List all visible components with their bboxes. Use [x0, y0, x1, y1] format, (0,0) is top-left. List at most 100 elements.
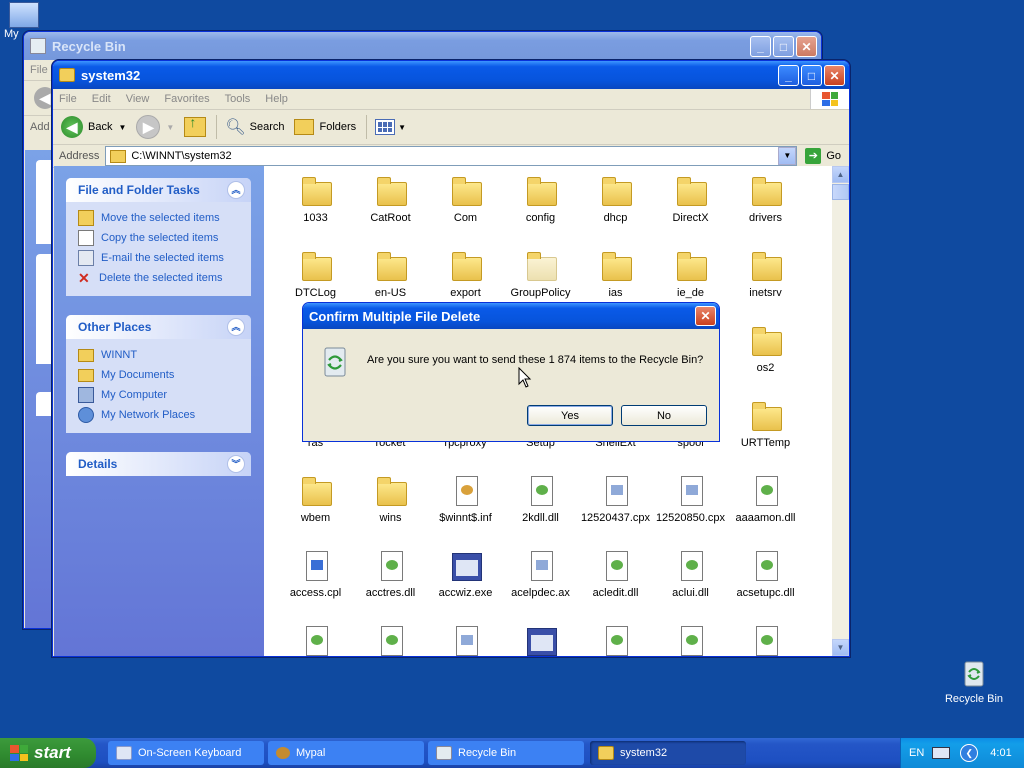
- file-item[interactable]: wbem: [278, 468, 353, 543]
- search-button[interactable]: 🔍︎ Search: [225, 117, 284, 137]
- file-item[interactable]: 1033: [278, 168, 353, 243]
- panel-header[interactable]: File and Folder Tasks ︽: [66, 178, 251, 202]
- show-hidden-icons-button[interactable]: ❮: [960, 744, 979, 762]
- file-item[interactable]: Com: [428, 168, 503, 243]
- file-item[interactable]: DirectX: [653, 168, 728, 243]
- file-item[interactable]: CatRoot: [353, 168, 428, 243]
- vertical-scrollbar[interactable]: ▲ ▼: [832, 166, 849, 656]
- collapse-icon[interactable]: ︽: [227, 181, 245, 199]
- file-item[interactable]: [278, 618, 353, 656]
- taskbar-recycle-bin[interactable]: Recycle Bin: [428, 741, 584, 765]
- recycle-bin-titlebar[interactable]: Recycle Bin _ □ ✕: [24, 32, 821, 60]
- taskbar-system32[interactable]: system32: [590, 741, 746, 765]
- file-item[interactable]: $winnt$.inf: [428, 468, 503, 543]
- scroll-thumb[interactable]: [832, 184, 849, 200]
- file-item[interactable]: 12520850.cpx: [653, 468, 728, 543]
- up-folder-button[interactable]: ↑: [184, 114, 207, 137]
- file-item[interactable]: aclui.dll: [653, 543, 728, 618]
- place-my-network-places[interactable]: My Network Places: [78, 405, 239, 425]
- file-item[interactable]: [503, 618, 578, 656]
- dialog-close-button[interactable]: ✕: [695, 306, 716, 326]
- place-my-computer[interactable]: My Computer: [78, 385, 239, 405]
- menu-favorites[interactable]: Favorites: [164, 93, 209, 105]
- maximize-button[interactable]: □: [801, 65, 822, 86]
- menu-view[interactable]: View: [126, 93, 150, 105]
- file-item[interactable]: access.cpl: [278, 543, 353, 618]
- file-item[interactable]: acsetupc.dll: [728, 543, 803, 618]
- file-item[interactable]: aaaamon.dll: [728, 468, 803, 543]
- yes-button[interactable]: Yes: [527, 405, 613, 426]
- dialog-title: Confirm Multiple File Delete: [309, 308, 481, 324]
- file-folder-tasks-panel: File and Folder Tasks ︽ Move the selecte…: [66, 178, 251, 296]
- panel-header[interactable]: Details ︾: [66, 452, 251, 476]
- task-label: On-Screen Keyboard: [138, 747, 242, 759]
- file-item[interactable]: [653, 618, 728, 656]
- menu-file[interactable]: File: [30, 64, 48, 76]
- file-item[interactable]: accwiz.exe: [428, 543, 503, 618]
- menu-help[interactable]: Help: [265, 93, 288, 105]
- file-name: DTCLog: [295, 287, 336, 299]
- address-input[interactable]: C:\WINNT\system32 ▼: [105, 146, 798, 166]
- file-item[interactable]: URTTemp: [728, 393, 803, 468]
- start-button[interactable]: start: [0, 738, 96, 768]
- taskbar-mypal[interactable]: Mypal: [268, 741, 424, 765]
- close-button[interactable]: ✕: [824, 65, 845, 86]
- keyboard-tray-icon[interactable]: [932, 747, 951, 759]
- file-item[interactable]: os2: [728, 318, 803, 393]
- file-item[interactable]: drivers: [728, 168, 803, 243]
- taskbar-on-screen-keyboard[interactable]: On-Screen Keyboard: [108, 741, 264, 765]
- desktop-icon-recycle-bin[interactable]: Recycle Bin: [940, 656, 1008, 705]
- control-panel-icon: [300, 551, 332, 583]
- folders-button[interactable]: Folders: [294, 119, 356, 135]
- file-item[interactable]: inetsrv: [728, 243, 803, 318]
- task-email[interactable]: E-mail the selected items: [78, 248, 239, 268]
- panel-header[interactable]: Other Places ︽: [66, 315, 251, 339]
- file-item[interactable]: 2kdll.dll: [503, 468, 578, 543]
- system32-titlebar[interactable]: system32 _ □ ✕: [53, 61, 849, 89]
- folder-icon: [600, 176, 632, 208]
- scroll-up-button[interactable]: ▲: [832, 166, 849, 183]
- move-icon: [78, 210, 94, 226]
- file-item[interactable]: wins: [353, 468, 428, 543]
- file-item[interactable]: acctres.dll: [353, 543, 428, 618]
- minimize-button[interactable]: _: [778, 65, 799, 86]
- forward-button[interactable]: ▶ ▼: [136, 115, 174, 139]
- views-button[interactable]: ▼: [375, 119, 406, 135]
- maximize-button[interactable]: □: [773, 36, 794, 57]
- file-item[interactable]: [728, 618, 803, 656]
- file-item[interactable]: acledit.dll: [578, 543, 653, 618]
- menu-tools[interactable]: Tools: [225, 93, 251, 105]
- minimize-button[interactable]: _: [750, 36, 771, 57]
- confirm-delete-dialog[interactable]: Confirm Multiple File Delete ✕ Are you s…: [302, 302, 720, 442]
- my-computer-icon: [9, 2, 39, 28]
- task-move[interactable]: Move the selected items: [78, 208, 239, 228]
- place-winnt[interactable]: WINNT: [78, 345, 239, 365]
- file-item[interactable]: 12520437.cpx: [578, 468, 653, 543]
- address-dropdown-button[interactable]: ▼: [778, 147, 797, 165]
- file-item[interactable]: [428, 618, 503, 656]
- place-my-documents[interactable]: My Documents: [78, 365, 239, 385]
- scroll-down-button[interactable]: ▼: [832, 639, 849, 656]
- folder-icon: [525, 251, 557, 283]
- chevron-down-icon[interactable]: ▼: [118, 123, 126, 132]
- back-button[interactable]: ◀ Back ▼: [61, 116, 126, 138]
- close-button[interactable]: ✕: [796, 36, 817, 57]
- menu-edit[interactable]: Edit: [92, 93, 111, 105]
- file-item[interactable]: config: [503, 168, 578, 243]
- collapse-icon[interactable]: ︽: [227, 318, 245, 336]
- file-item[interactable]: [353, 618, 428, 656]
- file-item[interactable]: acelpdec.ax: [503, 543, 578, 618]
- language-indicator[interactable]: EN: [909, 747, 924, 759]
- no-button[interactable]: No: [621, 405, 707, 426]
- file-item[interactable]: dhcp: [578, 168, 653, 243]
- task-copy[interactable]: Copy the selected items: [78, 228, 239, 248]
- chevron-down-icon[interactable]: ▼: [166, 123, 174, 132]
- dialog-titlebar[interactable]: Confirm Multiple File Delete ✕: [303, 303, 719, 329]
- menu-file[interactable]: File: [59, 93, 77, 105]
- file-item[interactable]: [578, 618, 653, 656]
- go-button[interactable]: ➔ Go: [805, 148, 841, 164]
- search-icon: 🔍︎: [225, 119, 246, 136]
- panel-title: Other Places: [78, 320, 152, 334]
- task-delete[interactable]: ✕ Delete the selected items: [78, 268, 239, 288]
- expand-icon[interactable]: ︾: [227, 455, 245, 473]
